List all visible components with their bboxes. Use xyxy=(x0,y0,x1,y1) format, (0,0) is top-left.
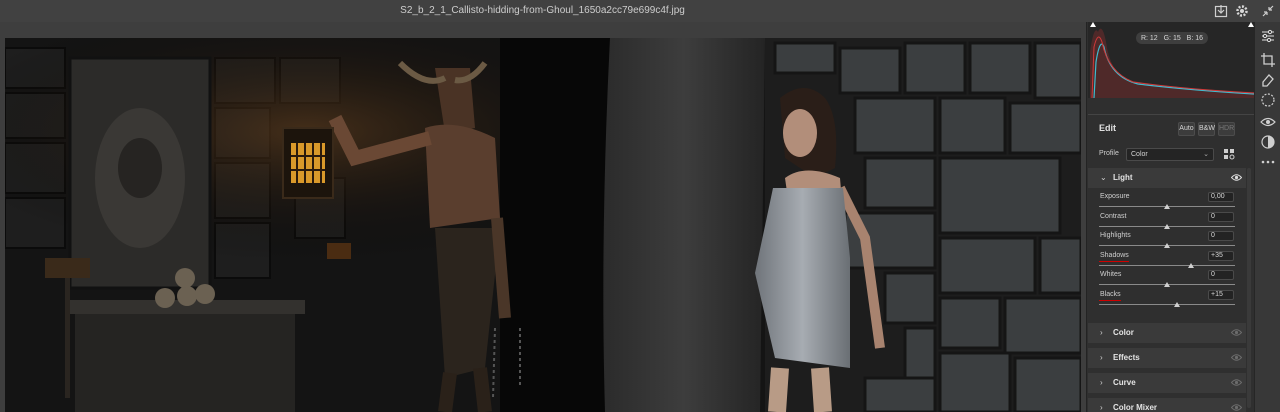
bw-button[interactable]: B&W xyxy=(1198,122,1215,136)
slider-value-contrast[interactable]: 0 xyxy=(1208,211,1234,222)
light-section-header[interactable]: ⌄ Light xyxy=(1088,168,1246,188)
chevron-right-icon: › xyxy=(1100,353,1103,362)
green-value: G: 15 xyxy=(1163,34,1181,42)
slider-thumb-exposure[interactable] xyxy=(1164,204,1170,209)
hdr-button[interactable]: HDR xyxy=(1218,122,1235,136)
red-eye-icon[interactable] xyxy=(1260,114,1276,130)
profile-select[interactable]: Color ⌄ xyxy=(1126,148,1214,161)
edit-heading: Edit xyxy=(1099,123,1116,133)
chevron-right-icon: › xyxy=(1100,328,1103,337)
curve-section-header[interactable]: › Curve xyxy=(1088,373,1246,393)
eye-icon[interactable] xyxy=(1231,173,1242,182)
chevron-down-icon: ⌄ xyxy=(1203,151,1209,158)
color-mixer-section-header[interactable]: › Color Mixer xyxy=(1088,398,1246,412)
divider xyxy=(1088,114,1254,115)
masking-icon[interactable] xyxy=(1260,92,1276,108)
slider-value-highlights[interactable]: 0 xyxy=(1208,231,1234,241)
rgb-readout: R: 12 G: 15 B: 16 xyxy=(1136,32,1208,44)
slider-label-shadows: Shadows xyxy=(1100,251,1129,259)
crop-icon[interactable] xyxy=(1260,52,1276,68)
photo-image xyxy=(5,38,1081,412)
light-section-title: Light xyxy=(1113,173,1133,182)
slider-thumb-contrast[interactable] xyxy=(1164,223,1170,229)
slider-value-shadows[interactable]: +35 xyxy=(1208,250,1234,261)
document-title: S2_b_2_1_Callisto-hidding-from-Ghoul_165… xyxy=(400,5,685,16)
slider-label-highlights: Highlights xyxy=(1100,232,1131,239)
chevron-right-icon: › xyxy=(1100,403,1103,412)
color-section-title: Color xyxy=(1113,328,1134,337)
canvas-area xyxy=(0,22,1086,412)
eye-icon[interactable] xyxy=(1231,353,1242,362)
gear-icon[interactable] xyxy=(1234,3,1250,19)
collapse-icon[interactable] xyxy=(1260,3,1276,19)
slider-label-exposure: Exposure xyxy=(1100,193,1130,200)
effects-section-header[interactable]: › Effects xyxy=(1088,348,1246,368)
blue-value: B: 16 xyxy=(1186,34,1204,42)
presets-icon[interactable] xyxy=(1260,134,1276,150)
eye-icon[interactable] xyxy=(1231,378,1242,387)
profile-label: Profile xyxy=(1099,150,1119,157)
slider-label-blacks: Blacks xyxy=(1100,290,1121,298)
slider-track-blacks[interactable] xyxy=(1099,303,1235,305)
auto-button[interactable]: Auto xyxy=(1178,122,1195,136)
effects-section-title: Effects xyxy=(1113,353,1140,362)
red-value: R: 12 xyxy=(1140,34,1158,42)
chevron-down-icon: ⌄ xyxy=(1100,173,1107,182)
chevron-right-icon: › xyxy=(1100,378,1103,387)
slider-label-whites: Whites xyxy=(1100,271,1122,278)
color-section-header[interactable]: › Color xyxy=(1088,323,1246,343)
slider-thumb-highlights[interactable] xyxy=(1164,243,1170,248)
more-icon[interactable] xyxy=(1260,154,1276,170)
curve-section-title: Curve xyxy=(1113,378,1136,387)
annotation-underline xyxy=(1099,299,1121,301)
slider-thumb-shadows[interactable] xyxy=(1187,262,1194,268)
title-bar: S2_b_2_1_Callisto-hidding-from-Ghoul_165… xyxy=(0,0,1280,22)
slider-value-whites[interactable]: 0 xyxy=(1208,270,1234,280)
profile-browser-icon[interactable] xyxy=(1223,148,1235,160)
save-icon[interactable] xyxy=(1213,3,1229,19)
panel-scrollbar[interactable] xyxy=(1247,168,1251,408)
slider-value-blacks[interactable]: +15 xyxy=(1208,289,1234,300)
eye-icon[interactable] xyxy=(1231,403,1242,412)
slider-track-shadows[interactable] xyxy=(1099,264,1235,266)
eye-icon[interactable] xyxy=(1231,328,1242,337)
slider-thumb-blacks[interactable] xyxy=(1174,301,1181,307)
slider-thumb-whites[interactable] xyxy=(1164,282,1170,287)
slider-label-contrast: Contrast xyxy=(1100,212,1127,220)
heal-icon[interactable] xyxy=(1260,72,1276,88)
slider-value-exposure[interactable]: 0,00 xyxy=(1208,192,1234,202)
edit-panel: R: 12 G: 15 B: 16 Edit Auto B&W HDR Prof… xyxy=(1086,22,1254,412)
edit-sliders-icon[interactable] xyxy=(1260,28,1276,44)
photo-canvas[interactable] xyxy=(5,38,1081,412)
profile-value: Color xyxy=(1131,151,1148,158)
histogram: R: 12 G: 15 B: 16 xyxy=(1088,22,1254,98)
annotation-underline xyxy=(1099,260,1129,262)
tool-strip xyxy=(1254,22,1280,412)
color-mixer-section-title: Color Mixer xyxy=(1113,403,1158,412)
